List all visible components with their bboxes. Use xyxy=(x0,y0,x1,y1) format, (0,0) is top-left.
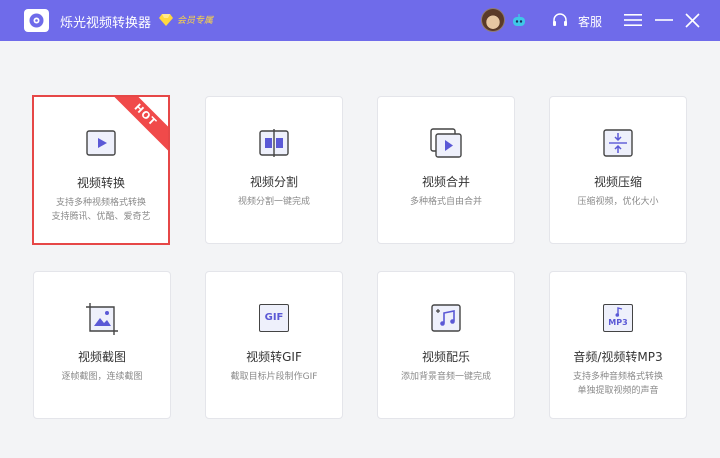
tool-desc-2: 单独提取视频的声音 xyxy=(577,386,659,396)
video-compress-icon xyxy=(603,129,633,157)
tool-desc: 多种格式自由合并 xyxy=(409,197,482,207)
avatar[interactable] xyxy=(481,8,505,32)
app-title: 烁光视频转换器 xyxy=(60,16,152,31)
tool-card-video-convert[interactable]: 视频转换 支持多种视频格式转换 支持腾讯、优酷、爱奇艺 HOT xyxy=(32,95,170,245)
mp3-icon: MP3 xyxy=(603,304,633,332)
tool-title: 视频转GIF xyxy=(246,350,302,364)
music-icon xyxy=(431,304,461,332)
video-merge-icon xyxy=(430,128,462,158)
vip-label: 会员专属 xyxy=(177,16,214,26)
close-icon[interactable] xyxy=(685,13,700,28)
robot-icon[interactable] xyxy=(512,14,526,27)
tool-card-video-music[interactable]: 视频配乐 添加背景音频一键完成 xyxy=(377,271,515,419)
note-icon xyxy=(615,307,623,317)
tool-card-video-to-gif[interactable]: GIF 视频转GIF 截取目标片段制作GIF xyxy=(205,271,343,419)
tool-card-video-screenshot[interactable]: 视频截图 逐帧截图，连续截图 xyxy=(33,271,171,419)
tool-desc: 视频分割一键完成 xyxy=(237,197,310,207)
tool-desc: 压缩视频，优化大小 xyxy=(577,197,659,207)
tool-card-video-merge[interactable]: 视频合并 多种格式自由合并 xyxy=(377,96,515,244)
diamond-icon xyxy=(159,13,173,26)
service-label[interactable]: 客服 xyxy=(578,13,602,30)
tool-card-to-mp3[interactable]: MP3 音频/视频转MP3 支持多种音频格式转换 单独提取视频的声音 xyxy=(549,271,687,419)
minimize-icon[interactable] xyxy=(655,13,673,27)
tool-desc: 支持多种视频格式转换 xyxy=(55,198,146,208)
tool-title: 音频/视频转MP3 xyxy=(573,350,663,364)
headset-icon[interactable] xyxy=(552,13,568,28)
tool-desc: 逐帧截图，连续截图 xyxy=(61,372,143,382)
tool-title: 视频压缩 xyxy=(593,175,642,189)
hot-ribbon: HOT xyxy=(110,97,168,155)
gif-icon-text: GIF xyxy=(264,312,284,323)
tool-card-video-split[interactable]: 视频分割 视频分割一键完成 xyxy=(205,96,343,244)
tool-card-video-compress[interactable]: 视频压缩 压缩视频，优化大小 xyxy=(549,96,687,244)
vip-badge[interactable]: 会员专属 xyxy=(159,13,213,26)
app-logo-icon xyxy=(24,9,49,32)
video-split-icon xyxy=(259,129,289,157)
video-screenshot-icon xyxy=(86,303,118,335)
tool-title: 视频配乐 xyxy=(421,350,470,364)
menu-icon[interactable] xyxy=(624,13,642,27)
title-bar: 烁光视频转换器 会员专属 客服 xyxy=(0,0,720,41)
tool-desc: 添加背景音频一键完成 xyxy=(400,372,491,382)
gif-icon: GIF xyxy=(259,304,289,332)
tool-title: 视频转换 xyxy=(76,176,125,190)
tool-title: 视频分割 xyxy=(249,175,298,189)
tool-title: 视频合并 xyxy=(421,175,470,189)
tool-desc-2: 支持腾讯、优酷、爱奇艺 xyxy=(51,212,151,222)
tool-title: 视频截图 xyxy=(77,350,126,364)
mp3-icon-text: MP3 xyxy=(608,318,628,327)
tool-desc: 支持多种音频格式转换 xyxy=(572,372,663,382)
hot-badge: HOT xyxy=(110,97,168,154)
tool-desc: 截取目标片段制作GIF xyxy=(230,372,318,382)
